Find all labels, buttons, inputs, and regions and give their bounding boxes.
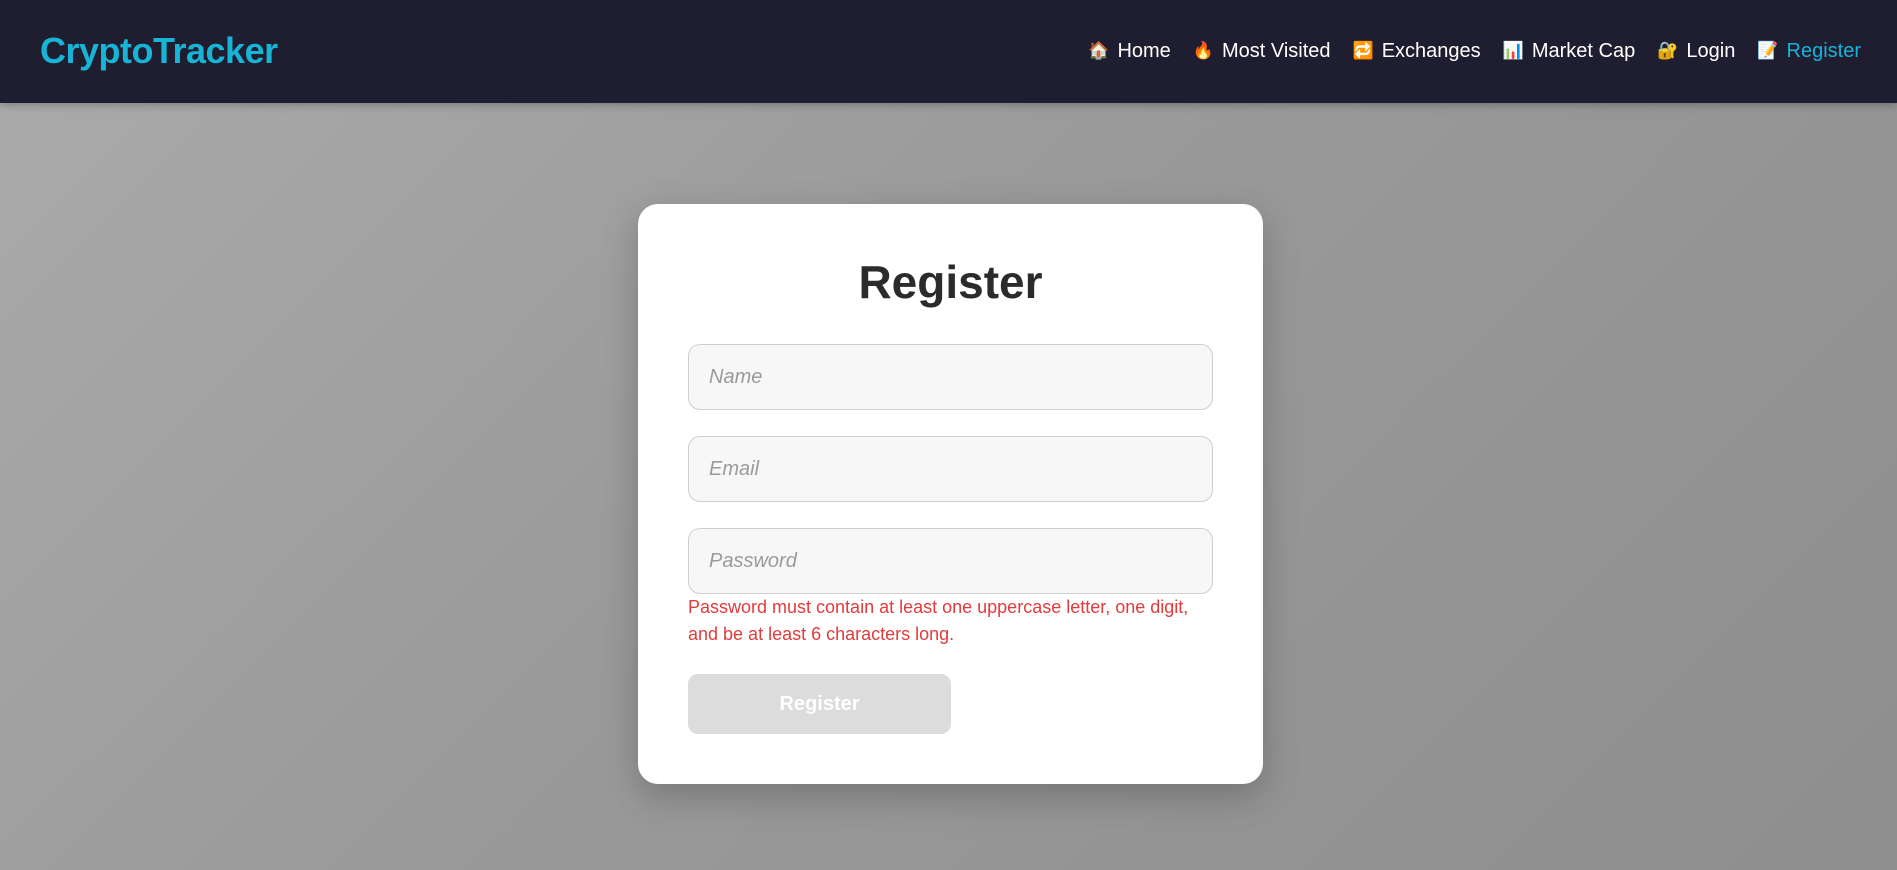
lock-icon: 🔐: [1657, 41, 1679, 60]
home-icon: 🏠: [1088, 41, 1110, 60]
memo-icon: 📝: [1757, 41, 1779, 60]
nav-exchanges[interactable]: 🔁 Exchanges: [1353, 37, 1481, 65]
nav-register[interactable]: 📝 Register: [1757, 37, 1861, 65]
nav-login-label: Login: [1686, 40, 1736, 62]
bar-chart-icon: 📊: [1502, 41, 1524, 60]
fire-icon: 🔥: [1192, 41, 1214, 60]
nav-market-cap[interactable]: 📊 Market Cap: [1503, 37, 1636, 65]
nav-home[interactable]: 🏠 Home: [1088, 37, 1171, 65]
nav-most-visited-label: Most Visited: [1221, 40, 1331, 62]
nav-market-cap-label: Market Cap: [1531, 40, 1636, 62]
exchange-icon: 🔁: [1352, 41, 1374, 60]
name-input[interactable]: [688, 344, 1213, 410]
nav-exchanges-label: Exchanges: [1381, 40, 1481, 62]
main-nav: 🏠 Home 🔥 Most Visited 🔁 Exchanges 📊 Mark…: [1088, 36, 1861, 66]
nav-login[interactable]: 🔐 Login: [1657, 37, 1735, 65]
navbar: CryptoTracker 🏠 Home 🔥 Most Visited 🔁 Ex…: [0, 0, 1897, 103]
password-error-message: Password must contain at least one upper…: [688, 597, 1189, 644]
password-input[interactable]: [688, 528, 1213, 594]
register-submit-button[interactable]: Register: [688, 674, 951, 734]
nav-most-visited[interactable]: 🔥 Most Visited: [1193, 37, 1331, 65]
nav-register-label: Register: [1786, 40, 1861, 62]
nav-home-label: Home: [1117, 40, 1171, 62]
brand-logo[interactable]: CryptoTracker: [40, 28, 278, 74]
email-input[interactable]: [688, 436, 1213, 502]
page-title: Register: [858, 256, 1043, 308]
register-card: Register Password must contain at least …: [638, 204, 1263, 784]
